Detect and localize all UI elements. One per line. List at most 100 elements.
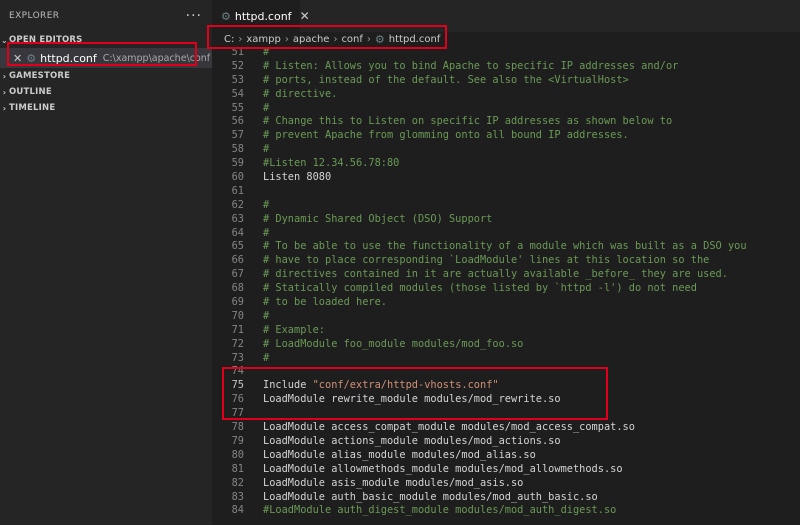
code-line[interactable]: 76 LoadModule rewrite_module modules/mod_… bbox=[212, 393, 800, 407]
chevron-down-icon: ⌄ bbox=[1, 35, 8, 45]
section-label-gamestore: GAMESTORE bbox=[9, 71, 71, 81]
close-icon[interactable]: ✕ bbox=[300, 9, 310, 23]
code-line[interactable]: 66 # have to place corresponding `LoadMod… bbox=[212, 254, 800, 268]
code-token: LoadModule asis_module modules/mod_asis.… bbox=[263, 476, 524, 489]
chevron-right-icon: › bbox=[2, 103, 7, 113]
code-line[interactable]: 57 # prevent Apache from glomming onto al… bbox=[212, 129, 800, 143]
close-icon[interactable]: ✕ bbox=[13, 52, 22, 65]
line-text: #LoadModule auth_digest_module modules/m… bbox=[263, 504, 616, 518]
code-line[interactable]: 74 bbox=[212, 365, 800, 379]
breadcrumb-xampp[interactable]: xampp bbox=[246, 34, 280, 45]
code-line[interactable]: 70 # bbox=[212, 310, 800, 324]
code-token: # bbox=[263, 309, 270, 322]
breadcrumb-conf[interactable]: conf bbox=[341, 34, 362, 45]
code-token: # Listen: Allows you to bind Apache to s… bbox=[263, 59, 679, 72]
breadcrumb-drive[interactable]: C: bbox=[224, 34, 234, 45]
code-line[interactable]: 64 # bbox=[212, 227, 800, 241]
code-line[interactable]: 67 # directives contained in it are actua… bbox=[212, 268, 800, 282]
line-text: LoadModule auth_basic_module modules/mod… bbox=[263, 491, 598, 505]
code-line[interactable]: 59 #Listen 12.34.56.78:80 bbox=[212, 157, 800, 171]
code-line[interactable]: 58 # bbox=[212, 143, 800, 157]
line-text: # To be able to use the functionality of… bbox=[263, 240, 747, 254]
breadcrumb: C: › xampp › apache › conf › ⚙ httpd.con… bbox=[212, 32, 800, 46]
open-editor-item[interactable]: ✕ ⚙ httpd.conf C:\xampp\apache\conf bbox=[0, 48, 212, 68]
code-line[interactable]: 61 bbox=[212, 185, 800, 199]
code-token: # bbox=[263, 198, 270, 211]
line-text: LoadModule alias_module modules/mod_alia… bbox=[263, 449, 536, 463]
tab-label: httpd.conf bbox=[234, 9, 292, 23]
open-editor-filename: httpd.conf bbox=[40, 51, 97, 65]
code-token: Include bbox=[263, 379, 313, 392]
code-token: # bbox=[263, 101, 270, 114]
code-line[interactable]: 54 # directive. bbox=[212, 88, 800, 102]
line-text: # Example: bbox=[263, 324, 325, 338]
explorer-sidebar: EXPLORER ··· ⌄ OPEN EDITORS ✕ ⚙ httpd.co… bbox=[0, 0, 212, 525]
breadcrumb-apache[interactable]: apache bbox=[293, 34, 330, 45]
code-line[interactable]: 79 LoadModule actions_module modules/mod_… bbox=[212, 435, 800, 449]
code-token: # directives contained in it are actuall… bbox=[263, 268, 728, 281]
line-text: #Listen 12.34.56.78:80 bbox=[263, 157, 399, 171]
line-number: 61 bbox=[231, 184, 244, 197]
code-line[interactable]: 81 LoadModule allowmethods_module modules… bbox=[212, 463, 800, 477]
code-token: LoadModule actions_module modules/mod_ac… bbox=[263, 434, 561, 447]
code-line[interactable]: 51 # bbox=[212, 46, 800, 60]
code-line[interactable]: 56 # Change this to Listen on specific IP… bbox=[212, 115, 800, 129]
gear-icon: ⚙ bbox=[26, 51, 37, 65]
line-number: 80 bbox=[231, 448, 244, 461]
code-line[interactable]: 53 # ports, instead of the default. See a… bbox=[212, 74, 800, 88]
code-line[interactable]: 75 Include "conf/extra/httpd-vhosts.conf" bbox=[212, 379, 800, 393]
section-gamestore[interactable]: › GAMESTORE bbox=[0, 68, 212, 84]
line-number: 73 bbox=[231, 351, 244, 364]
code-token: # Change this to Listen on specific IP a… bbox=[263, 115, 673, 128]
code-token: # Dynamic Shared Object (DSO) Support bbox=[263, 212, 493, 225]
line-number: 53 bbox=[231, 73, 244, 86]
line-number: 55 bbox=[231, 101, 244, 114]
chevron-right-icon: › bbox=[2, 87, 7, 97]
code-line[interactable]: 73 # bbox=[212, 352, 800, 366]
line-number: 83 bbox=[231, 490, 244, 503]
code-line[interactable]: 71 # Example: bbox=[212, 324, 800, 338]
line-number: 84 bbox=[231, 504, 244, 517]
code-line[interactable]: 62 # bbox=[212, 199, 800, 213]
code-line[interactable]: 82 LoadModule asis_module modules/mod_asi… bbox=[212, 477, 800, 491]
chevron-right-icon: › bbox=[2, 71, 7, 81]
ellipsis-icon[interactable]: ··· bbox=[186, 9, 202, 23]
code-line[interactable]: 80 LoadModule alias_module modules/mod_al… bbox=[212, 449, 800, 463]
code-token: # To be able to use the functionality of… bbox=[263, 240, 747, 253]
line-text: # Statically compiled modules (those lis… bbox=[263, 282, 697, 296]
code-editor[interactable]: 51 #52 # Listen: Allows you to bind Apache… bbox=[212, 46, 800, 525]
code-token: # to be loaded here. bbox=[263, 296, 387, 309]
section-open-editors[interactable]: ⌄ OPEN EDITORS bbox=[0, 32, 212, 48]
tab-httpd-conf[interactable]: ⚙ httpd.conf ✕ bbox=[212, 0, 310, 32]
code-line[interactable]: 78 LoadModule access_compat_module module… bbox=[212, 421, 800, 435]
line-number: 63 bbox=[231, 212, 244, 225]
section-timeline[interactable]: › TIMELINE bbox=[0, 100, 212, 116]
line-number: 76 bbox=[231, 393, 244, 406]
line-text: # Dynamic Shared Object (DSO) Support bbox=[263, 213, 492, 227]
section-label-outline: OUTLINE bbox=[9, 87, 52, 97]
line-text: # bbox=[263, 310, 269, 324]
code-line[interactable]: 65 # To be able to use the functionality … bbox=[212, 240, 800, 254]
line-number: 62 bbox=[231, 198, 244, 211]
code-line[interactable]: 72 # LoadModule foo_module modules/mod_fo… bbox=[212, 338, 800, 352]
code-line[interactable]: 68 # Statically compiled modules (those l… bbox=[212, 282, 800, 296]
code-token: # bbox=[263, 351, 270, 364]
section-outline[interactable]: › OUTLINE bbox=[0, 84, 212, 100]
line-text: # prevent Apache from glomming onto all … bbox=[263, 129, 629, 143]
code-line[interactable]: 83 LoadModule auth_basic_module modules/m… bbox=[212, 491, 800, 505]
code-line[interactable]: 60 Listen 8080 bbox=[212, 171, 800, 185]
code-token: # bbox=[263, 226, 270, 239]
code-token: # directive. bbox=[263, 87, 338, 100]
line-number: 52 bbox=[231, 59, 244, 72]
code-line[interactable]: 84 #LoadModule auth_digest_module modules… bbox=[212, 504, 800, 518]
line-text: # bbox=[263, 46, 269, 60]
code-line[interactable]: 63 # Dynamic Shared Object (DSO) Support bbox=[212, 213, 800, 227]
code-token: Listen 8080 bbox=[263, 171, 332, 184]
code-token: #Listen 12.34.56.78:80 bbox=[263, 157, 400, 170]
code-line[interactable]: 69 # to be loaded here. bbox=[212, 296, 800, 310]
code-line[interactable]: 55 # bbox=[212, 102, 800, 116]
code-line[interactable]: 77 bbox=[212, 407, 800, 421]
code-token: # prevent Apache from glomming onto all … bbox=[263, 129, 629, 142]
code-line[interactable]: 52 # Listen: Allows you to bind Apache to… bbox=[212, 60, 800, 74]
breadcrumb-file[interactable]: httpd.conf bbox=[389, 34, 441, 45]
